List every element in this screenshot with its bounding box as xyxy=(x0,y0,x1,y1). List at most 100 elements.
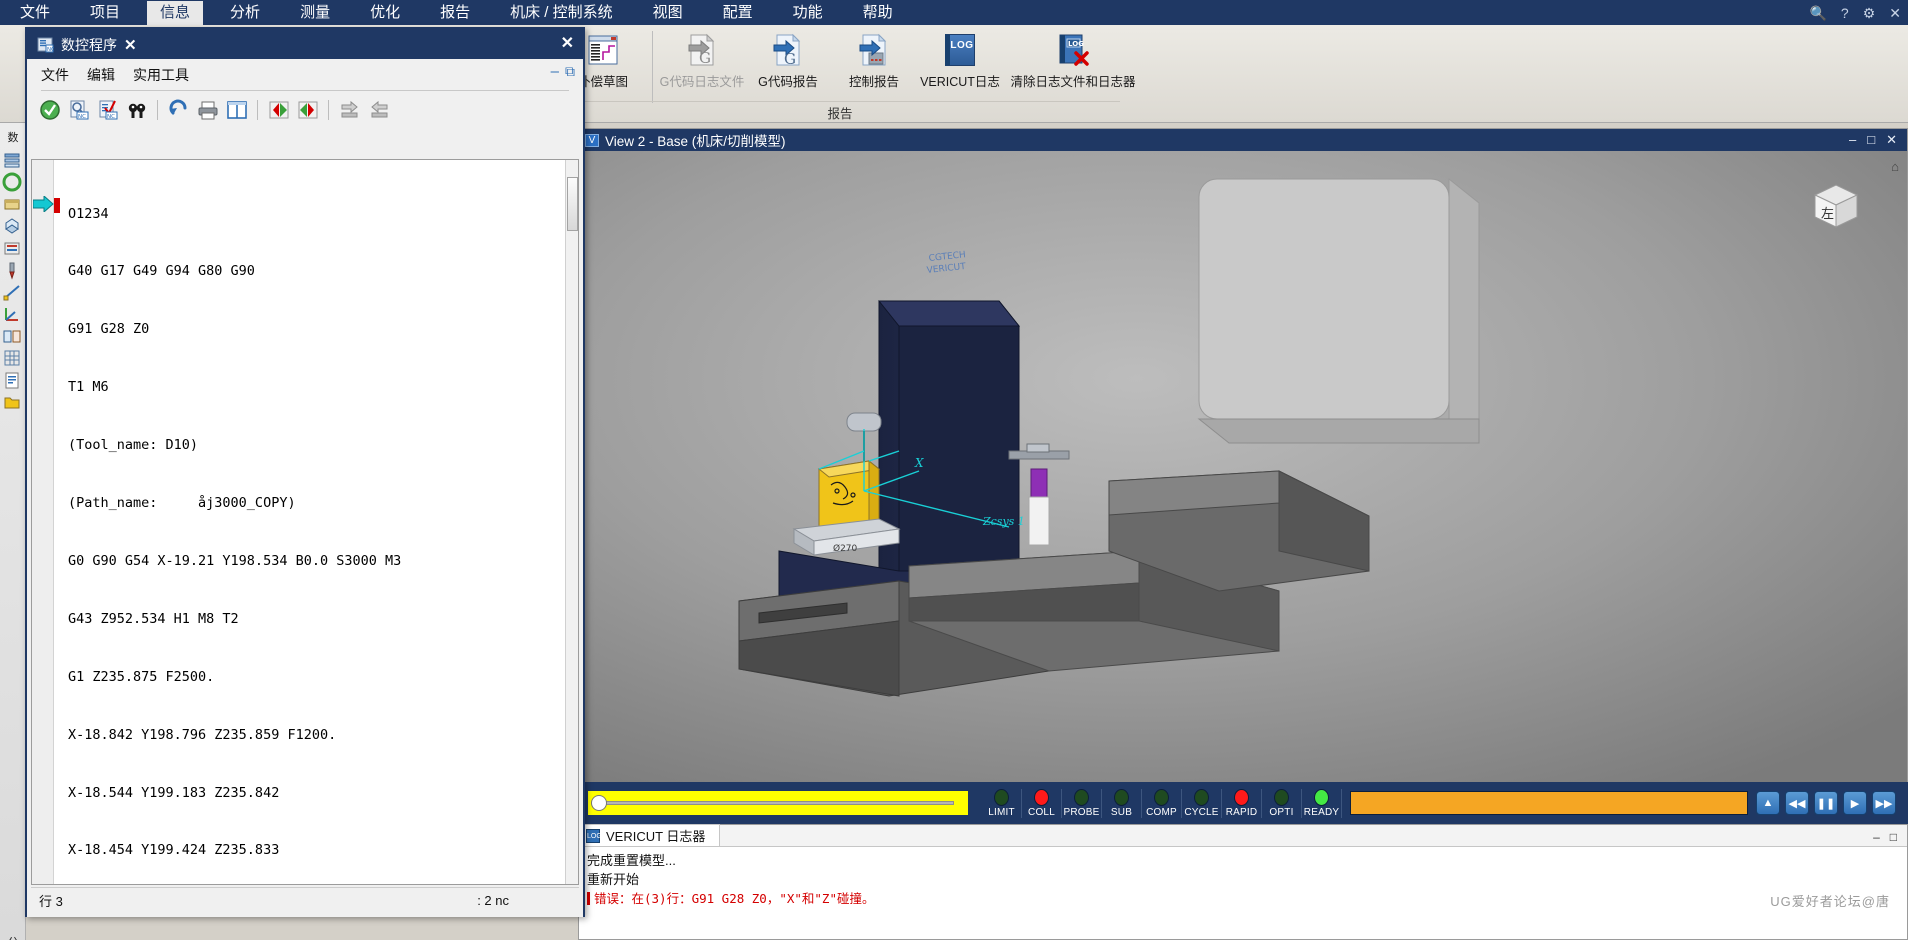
restore-icon[interactable]: ⧉ xyxy=(565,63,575,80)
speed-slider[interactable] xyxy=(588,791,968,815)
compare-icon[interactable] xyxy=(2,326,24,347)
left-vertical-toolbar: 数 xyxy=(0,123,26,940)
grid-icon[interactable] xyxy=(2,348,24,369)
minimize-icon[interactable]: – xyxy=(551,63,559,80)
vericut-application-window: 文件 项目 信息 分析 测量 优化 报告 机床 / 控制系统 视图 配置 功能 … xyxy=(0,0,1908,940)
logger-content[interactable]: 完成重置模型... 重新开始 错误：在(3)行：G91 G28 Z0，"X"和"… xyxy=(579,847,1907,912)
minimize-icon[interactable]: – xyxy=(1873,830,1880,844)
menu-item-machine-control[interactable]: 机床 / 控制系统 xyxy=(497,1,626,25)
lamp-limit[interactable]: LIMIT xyxy=(982,788,1022,818)
svg-text:LOG: LOG xyxy=(1068,40,1084,48)
preview-nc-icon[interactable]: NC xyxy=(66,97,91,122)
ribbon-gcode-report[interactable]: G G代码报告 xyxy=(745,27,831,90)
code-line: G43 Z952.534 H1 M8 T2 xyxy=(68,610,239,627)
nc-menu-utilities[interactable]: 实用工具 xyxy=(133,65,189,85)
code-line: X-18.842 Y198.796 Z235.859 F1200. xyxy=(68,726,337,743)
close-icon[interactable]: ✕ xyxy=(1886,132,1897,148)
reset-icon[interactable]: ▲ xyxy=(1756,791,1780,815)
menu-item-info[interactable]: 信息 xyxy=(147,0,204,25)
print-icon[interactable] xyxy=(195,97,220,122)
circle-green-icon[interactable] xyxy=(2,172,24,193)
ribbon-group-title: 报告 xyxy=(560,101,1120,122)
maximize-icon[interactable]: □ xyxy=(1890,830,1897,844)
menu-item-function[interactable]: 功能 xyxy=(780,1,836,25)
menu-item-config[interactable]: 配置 xyxy=(710,1,766,25)
lamp-ready[interactable]: READY xyxy=(1302,788,1342,818)
lamp-probe[interactable]: PROBE xyxy=(1062,788,1102,818)
step-icon[interactable]: ▶▶ xyxy=(1872,791,1896,815)
menu-item-optimize[interactable]: 优化 xyxy=(357,1,413,25)
scrollbar-thumb[interactable] xyxy=(567,177,578,231)
find-icon[interactable] xyxy=(124,97,149,122)
nc-window-close-icon[interactable]: ✕ xyxy=(561,33,574,53)
layers-icon[interactable] xyxy=(2,150,24,171)
minimize-icon[interactable]: – xyxy=(1849,132,1856,148)
rewind-icon[interactable]: ◀◀ xyxy=(1785,791,1809,815)
ribbon-clear-log[interactable]: LOG 清除日志文件和日志器 xyxy=(1003,27,1143,90)
ribbon-compensation-sketch-label: 补偿草图 xyxy=(577,75,628,89)
toolbar-separator xyxy=(153,97,162,122)
cut-icon[interactable] xyxy=(2,194,24,215)
play-icon[interactable]: ▶ xyxy=(1843,791,1867,815)
help-icon[interactable]: ? xyxy=(1834,4,1856,22)
menu-item-project[interactable]: 项目 xyxy=(77,1,133,25)
indent-right-icon[interactable] xyxy=(366,97,391,122)
menu-item-report[interactable]: 报告 xyxy=(427,1,483,25)
next-error-icon[interactable] xyxy=(295,97,320,122)
left-tool-label-analysis[interactable]: 分 xyxy=(2,933,24,940)
nc-menu-file[interactable]: 文件 xyxy=(41,65,69,85)
axis-icon[interactable] xyxy=(2,304,24,325)
fixture-icon[interactable] xyxy=(2,238,24,259)
menu-item-view[interactable]: 视图 xyxy=(640,1,696,25)
lamp-coll[interactable]: COLL xyxy=(1022,788,1062,818)
gear-icon[interactable]: ⚙ xyxy=(1856,4,1883,22)
lamp-label: LIMIT xyxy=(988,806,1015,818)
menu-item-help[interactable]: 帮助 xyxy=(850,1,906,25)
search-icon[interactable]: 🔍 xyxy=(1802,4,1833,22)
home-view-icon[interactable]: ⌂ xyxy=(1891,159,1899,174)
nc-menu-edit[interactable]: 编辑 xyxy=(87,65,115,85)
menu-item-analysis[interactable]: 分析 xyxy=(217,1,273,25)
slider-knob[interactable] xyxy=(591,795,607,811)
view3d-window: V View 2 - Base (机床/切削模型) – □ ✕ CGTECH V… xyxy=(578,128,1908,783)
vericut-log-icon: LOG xyxy=(943,33,977,67)
ribbon-separator xyxy=(652,31,653,103)
nc-program-tab[interactable]: NC 数控程序 ✕ xyxy=(31,31,147,59)
current-line-arrow-icon xyxy=(32,194,54,214)
measure-icon[interactable] xyxy=(2,282,24,303)
folder-icon[interactable] xyxy=(2,392,24,413)
maximize-icon[interactable]: □ xyxy=(1867,132,1875,148)
nc-code-lines[interactable]: O1234 G40 G17 G49 G94 G80 G90 G91 G28 Z0… xyxy=(54,160,578,884)
lamp-opti[interactable]: OPTI xyxy=(1262,788,1302,818)
close-icon[interactable]: ✕ xyxy=(124,36,137,54)
menu-item-file[interactable]: 文件 xyxy=(7,1,63,25)
close-icon[interactable]: ✕ xyxy=(1882,4,1908,22)
nc-editor-scrollbar[interactable] xyxy=(565,160,578,884)
view3d-canvas[interactable]: CGTECH VERICUT Ø270 X Zcsys 1 左 ⌂ xyxy=(579,151,1907,783)
view-orientation-cube[interactable]: 左 xyxy=(1807,177,1865,235)
lamp-rapid[interactable]: RAPID xyxy=(1222,788,1262,818)
tab-vericut-logger[interactable]: LOG VERICUT 日志器 xyxy=(579,824,721,846)
log-line-error: 错误：在(3)行：G91 G28 Z0，"X"和"Z"碰撞。 xyxy=(587,889,1899,908)
lamp-comp[interactable]: COMP xyxy=(1142,788,1182,818)
lamp-sub[interactable]: SUB xyxy=(1102,788,1142,818)
prev-error-icon[interactable] xyxy=(266,97,291,122)
check-ok-icon[interactable] xyxy=(37,97,62,122)
ribbon-vericut-log[interactable]: LOG VERICUT日志 xyxy=(917,27,1003,90)
verify-nc-icon[interactable]: NC xyxy=(95,97,120,122)
ribbon-control-report[interactable]: 控制报告 xyxy=(831,27,917,90)
stock-icon[interactable] xyxy=(2,216,24,237)
report-icon[interactable] xyxy=(2,370,24,391)
pause-icon[interactable]: ❚❚ xyxy=(1814,791,1838,815)
nc-code-editor[interactable]: O1234 G40 G17 G49 G94 G80 G90 G91 G28 Z0… xyxy=(31,159,579,885)
svg-text:G: G xyxy=(699,49,711,67)
code-line: T1 M6 xyxy=(68,379,109,396)
indent-left-icon[interactable] xyxy=(337,97,362,122)
split-view-icon[interactable] xyxy=(224,97,249,122)
tool-icon[interactable] xyxy=(2,260,24,281)
menu-item-measure[interactable]: 测量 xyxy=(287,1,343,25)
lamp-cycle[interactable]: CYCLE xyxy=(1182,788,1222,818)
left-tool-label-data[interactable]: 数 xyxy=(2,128,24,149)
undo-icon[interactable] xyxy=(166,97,191,122)
ribbon-gcode-log-file[interactable]: G G代码日志文件 xyxy=(659,27,745,90)
